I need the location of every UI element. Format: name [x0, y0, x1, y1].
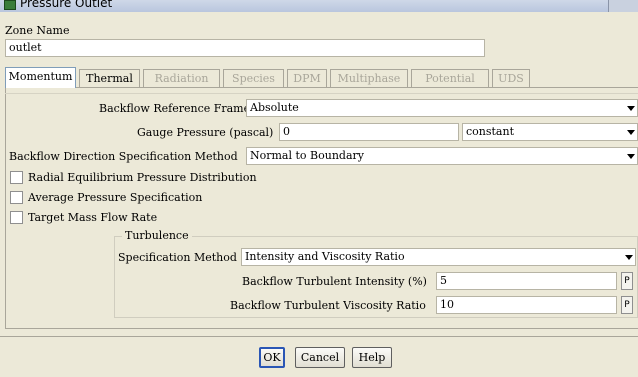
- turbulent-intensity-field[interactable]: 5: [436, 272, 617, 290]
- backflow-direction-label: Backflow Direction Specification Method: [9, 150, 238, 163]
- radial-equilibrium-checkbox[interactable]: [10, 171, 23, 184]
- tab-radiation[interactable]: Radiation: [143, 69, 220, 88]
- backflow-direction-select[interactable]: Normal to Boundary: [246, 147, 638, 165]
- title-bar: Pressure Outlet: [0, 0, 638, 12]
- app-icon: [4, 0, 16, 10]
- window-title: Pressure Outlet: [20, 0, 113, 10]
- chevron-down-icon: [627, 154, 635, 159]
- turbulence-spec-value: Intensity and Viscosity Ratio: [245, 250, 405, 263]
- close-button[interactable]: [608, 0, 638, 12]
- turbulent-intensity-param-button[interactable]: P: [621, 272, 633, 290]
- ok-button[interactable]: OK: [259, 347, 285, 368]
- gauge-pressure-label: Gauge Pressure (pascal): [137, 126, 274, 139]
- turbulent-viscosity-param-button[interactable]: P: [621, 296, 633, 314]
- tab-potential[interactable]: Potential: [411, 69, 489, 88]
- backflow-frame-select[interactable]: Absolute: [246, 99, 638, 117]
- tab-uds[interactable]: UDS: [492, 69, 530, 88]
- backflow-direction-value: Normal to Boundary: [250, 149, 364, 162]
- footer-divider: [0, 336, 638, 337]
- chevron-down-icon: [627, 130, 635, 135]
- tab-multiphase[interactable]: Multiphase: [330, 69, 408, 88]
- tab-species[interactable]: Species: [223, 69, 284, 88]
- zone-name-field[interactable]: outlet: [5, 39, 485, 57]
- cancel-button[interactable]: Cancel: [295, 347, 345, 368]
- turbulent-viscosity-label: Backflow Turbulent Viscosity Ratio: [230, 299, 426, 312]
- help-button[interactable]: Help: [352, 347, 392, 368]
- average-pressure-label: Average Pressure Specification: [28, 191, 203, 204]
- turbulence-spec-label: Specification Method: [118, 251, 237, 264]
- radial-equilibrium-label: Radial Equilibrium Pressure Distribution: [28, 171, 257, 184]
- turbulent-intensity-label: Backflow Turbulent Intensity (%): [242, 275, 427, 288]
- backflow-frame-label: Backflow Reference Frame: [99, 102, 251, 115]
- panel-divider: [5, 93, 638, 94]
- gauge-pressure-field[interactable]: 0: [279, 123, 459, 141]
- gauge-pressure-method-select[interactable]: constant: [462, 123, 638, 141]
- chevron-down-icon: [625, 255, 633, 260]
- tab-dpm[interactable]: DPM: [287, 69, 327, 88]
- gauge-pressure-method-value: constant: [466, 125, 514, 138]
- tab-thermal[interactable]: Thermal: [79, 69, 140, 88]
- backflow-frame-value: Absolute: [250, 101, 299, 114]
- chevron-down-icon: [627, 106, 635, 111]
- target-mass-flow-checkbox[interactable]: [10, 211, 23, 224]
- turbulence-spec-select[interactable]: Intensity and Viscosity Ratio: [241, 248, 636, 266]
- tab-momentum[interactable]: Momentum: [5, 67, 76, 88]
- target-mass-flow-label: Target Mass Flow Rate: [28, 211, 158, 224]
- turbulent-viscosity-field[interactable]: 10: [436, 296, 617, 314]
- turbulence-title: Turbulence: [122, 228, 192, 244]
- zone-name-label: Zone Name: [5, 24, 70, 37]
- average-pressure-checkbox[interactable]: [10, 191, 23, 204]
